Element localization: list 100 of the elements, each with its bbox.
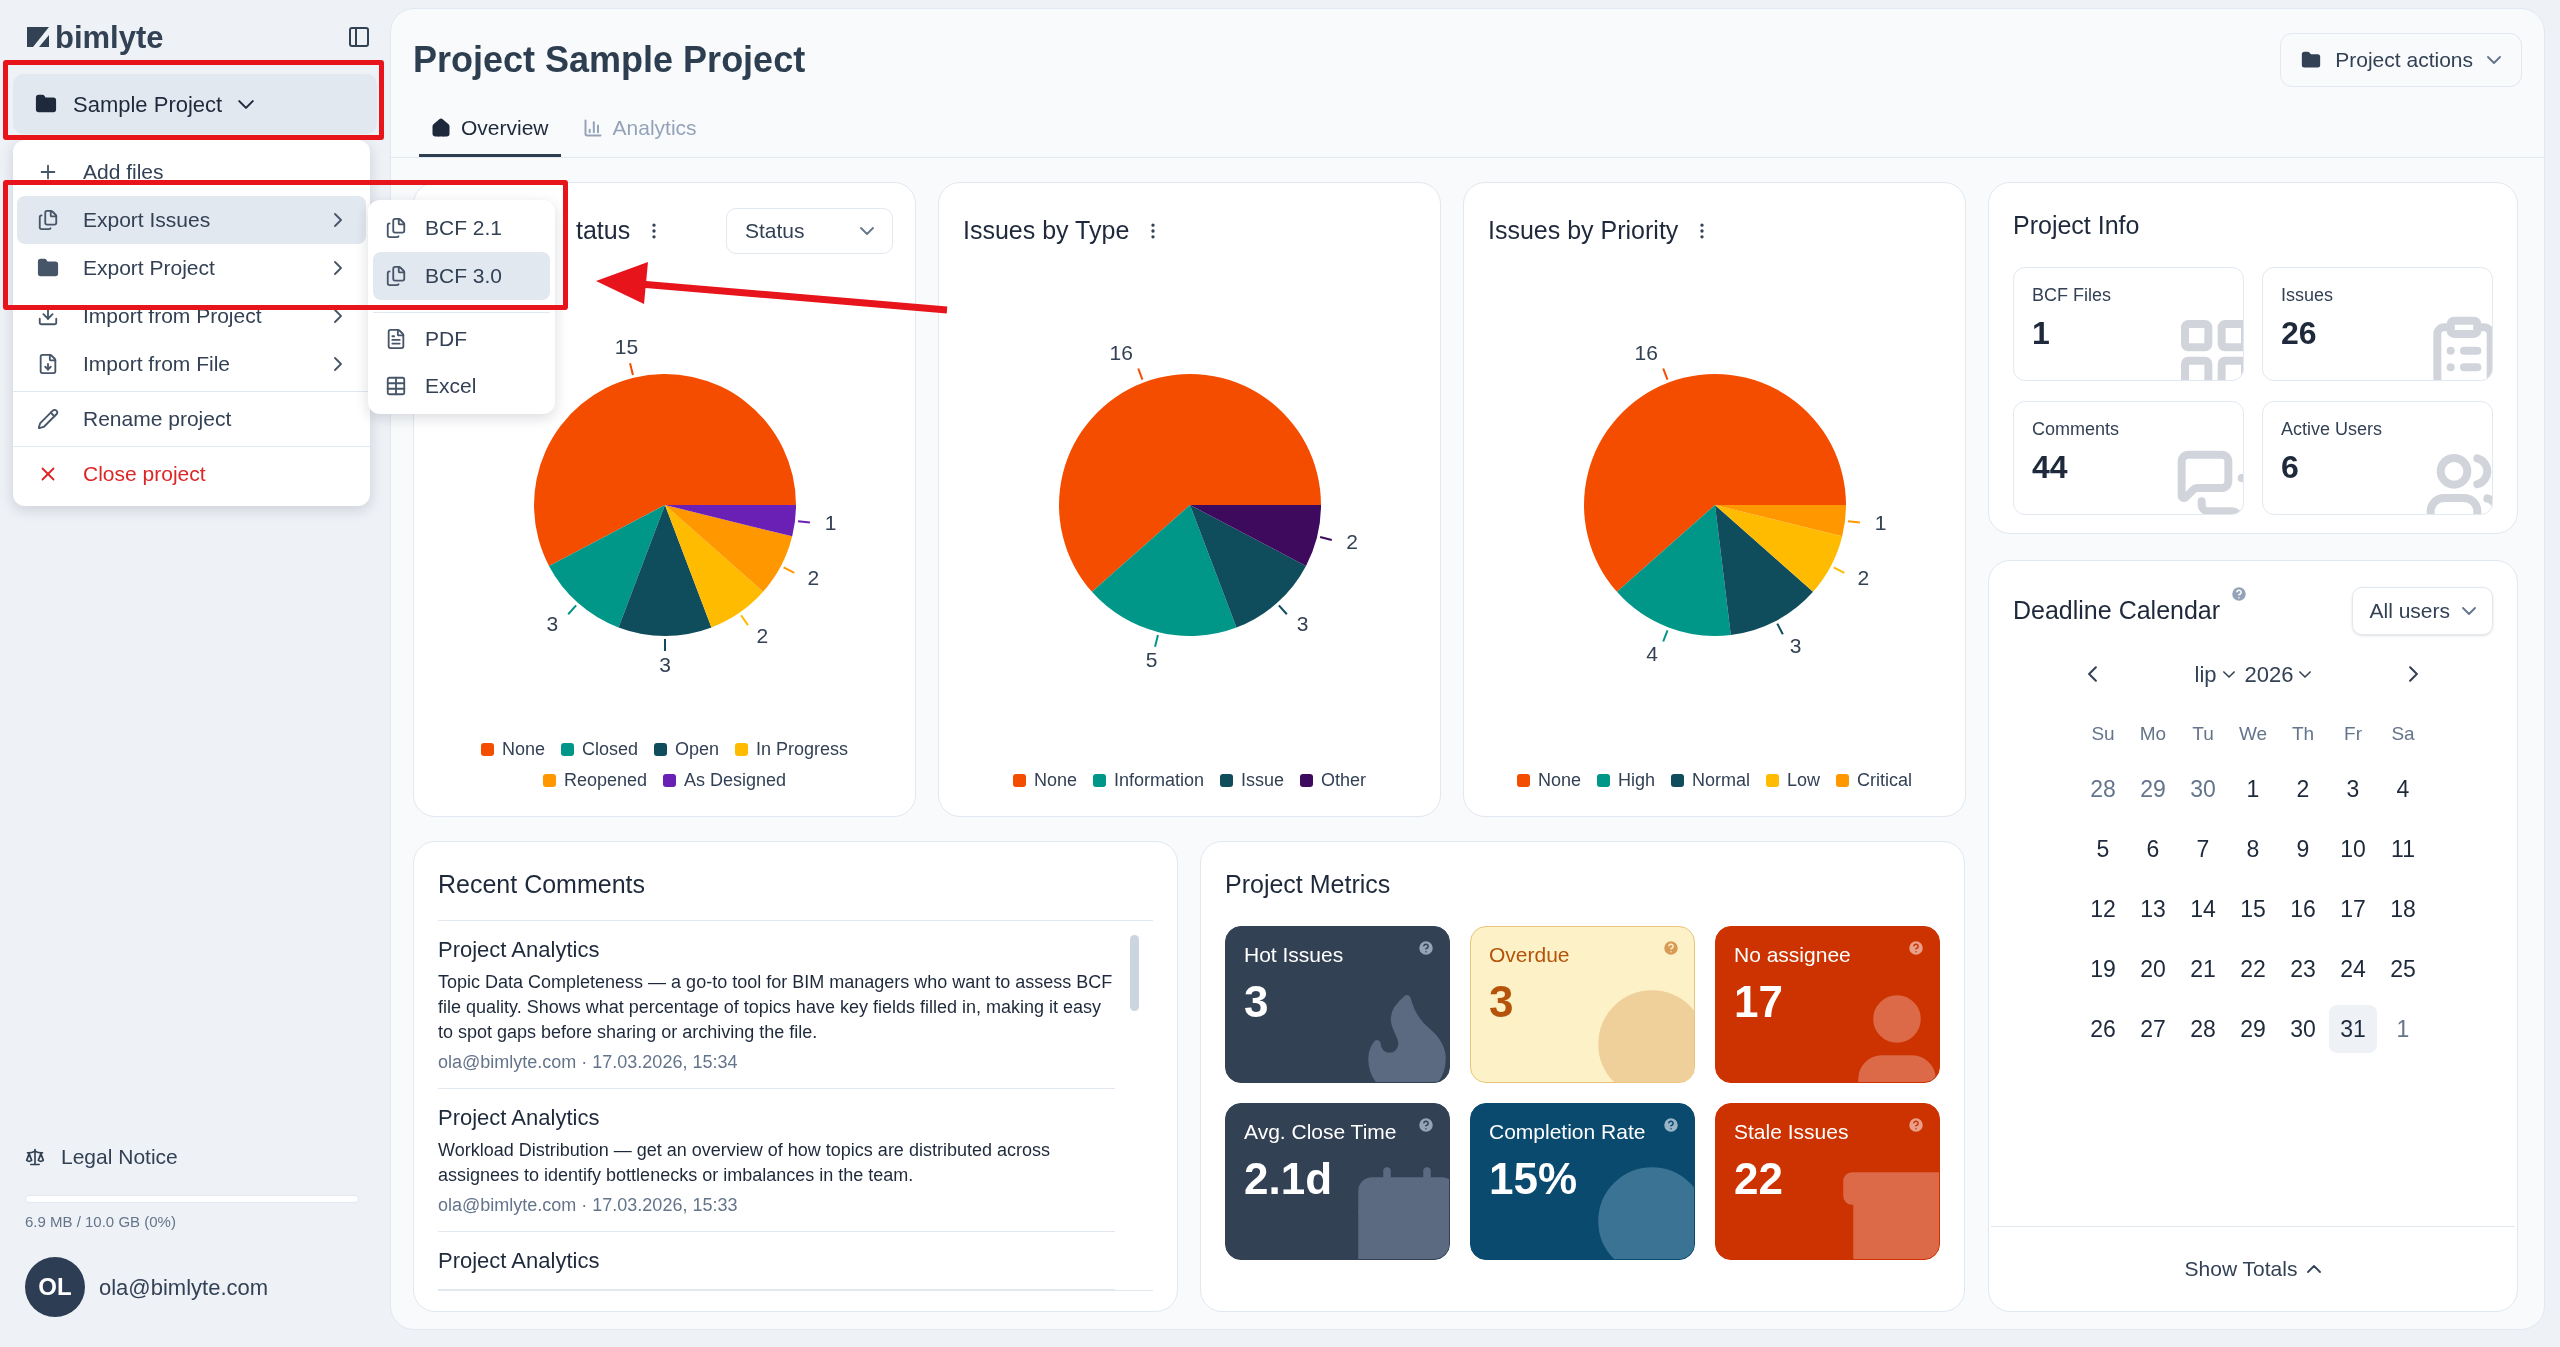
calendar-day[interactable]: 14 (2179, 885, 2227, 933)
calendar-day[interactable]: 13 (2129, 885, 2177, 933)
comment-title[interactable]: Project Analytics (438, 932, 600, 966)
metric-label: Stale Issues (1734, 1118, 1849, 1145)
menu-item[interactable]: Rename project (17, 395, 366, 443)
year-select[interactable]: 2026 (2244, 657, 2312, 691)
comment-title[interactable]: Project Analytics (438, 1100, 600, 1134)
legend-label[interactable]: Low (1787, 767, 1821, 794)
tile-label: Issues (2281, 283, 2334, 307)
calendar-day[interactable]: 9 (2279, 825, 2327, 873)
submenu-item[interactable]: Excel (373, 362, 550, 410)
calendar-day[interactable]: 8 (2229, 825, 2277, 873)
calendar-day[interactable]: 21 (2179, 945, 2227, 993)
show-totals-button[interactable]: Show Totals (1989, 1226, 2517, 1311)
legend-label[interactable]: Reopened (563, 767, 647, 794)
calendar-day[interactable]: 19 (2079, 945, 2127, 993)
scrollbar-thumb[interactable] (1130, 934, 1139, 1011)
menu-item[interactable]: Close project (17, 450, 366, 498)
legend-label[interactable]: Closed (581, 736, 638, 763)
help-icon[interactable] (1417, 938, 1435, 957)
calendar-day[interactable]: 11 (2379, 825, 2427, 873)
calendar-day[interactable]: 24 (2329, 945, 2377, 993)
calendar-day[interactable]: 15 (2229, 885, 2277, 933)
pencil-icon (37, 408, 59, 430)
legend-label[interactable]: None (1033, 767, 1077, 794)
legend-label[interactable]: None (1537, 767, 1581, 794)
metric-label: Avg. Close Time (1244, 1118, 1397, 1145)
menu-item[interactable]: Import from Project (17, 292, 366, 340)
legend-label[interactable]: Critical (1857, 767, 1913, 794)
calendar-day[interactable]: 1 (2229, 765, 2277, 813)
legend-label[interactable]: In Progress (756, 736, 849, 763)
menu-item[interactable]: Add files (17, 148, 366, 196)
calendar-day[interactable]: 29 (2229, 1005, 2277, 1053)
calendar-day[interactable]: 26 (2079, 1005, 2127, 1053)
leader-line (1277, 604, 1288, 616)
legend-label[interactable]: Normal (1692, 767, 1750, 794)
legend-label[interactable]: None (501, 736, 545, 763)
calendar-day[interactable]: 18 (2379, 885, 2427, 933)
calendar-day[interactable]: 12 (2079, 885, 2127, 933)
project-selector[interactable]: Sample Project (13, 74, 377, 134)
calendar-day[interactable]: 1 (2379, 1005, 2427, 1053)
legend-label[interactable]: High (1617, 767, 1655, 794)
weekday-label: Su (2090, 721, 2116, 746)
calendar-day[interactable]: 29 (2129, 765, 2177, 813)
menu-item[interactable]: Export Issues (17, 196, 366, 244)
calendar-day[interactable]: 27 (2129, 1005, 2177, 1053)
documents-icon (37, 209, 59, 231)
user-avatar[interactable]: OL (25, 1257, 85, 1317)
calendar-day[interactable]: 25 (2379, 945, 2427, 993)
calendar-day[interactable]: 28 (2179, 1005, 2227, 1053)
help-icon[interactable] (1417, 1115, 1435, 1134)
metric-value: 2.1d (1244, 1153, 1333, 1205)
status-dropdown[interactable]: Status (726, 208, 893, 254)
weekday-label: Sa (2390, 721, 2416, 746)
calendar-day[interactable]: 6 (2129, 825, 2177, 873)
calendar-day[interactable]: 28 (2079, 765, 2127, 813)
calendar-day[interactable]: 3 (2329, 765, 2377, 813)
calendar-day[interactable]: 16 (2279, 885, 2327, 933)
legend-label[interactable]: Information (1113, 767, 1204, 794)
legend-label[interactable]: Issue (1241, 767, 1285, 794)
logo-text: bimlyte (55, 21, 164, 53)
calendar-day[interactable]: 5 (2079, 825, 2127, 873)
chart-title: Issues by Priority (1488, 215, 1679, 247)
help-icon[interactable] (1907, 938, 1925, 957)
month-select[interactable]: lip (2194, 657, 2235, 691)
calendar-day[interactable]: 4 (2379, 765, 2427, 813)
chevron-icon (2299, 670, 2312, 678)
calendar-day[interactable]: 7 (2179, 825, 2227, 873)
calendar-day[interactable]: 30 (2179, 765, 2227, 813)
sidebar-toggle-icon[interactable] (347, 25, 371, 49)
legend-label[interactable]: Other (1321, 767, 1367, 794)
next-month-icon[interactable] (2409, 666, 2418, 682)
calendar-day[interactable]: 23 (2279, 945, 2327, 993)
legend-label[interactable]: Open (675, 736, 720, 763)
menu-item[interactable]: Import from File (17, 340, 366, 388)
comment-title[interactable]: Project Analytics (438, 1243, 600, 1277)
calendar-day[interactable]: 31 (2329, 1005, 2377, 1053)
legend-label[interactable]: As Designed (684, 767, 787, 794)
calendar-day[interactable]: 17 (2329, 885, 2377, 933)
project-actions-button[interactable]: Project actions (2280, 33, 2522, 87)
chevron-icon (2487, 56, 2501, 64)
leader-line (1136, 367, 1143, 381)
submenu-item[interactable]: PDF (373, 312, 550, 362)
calendar-day[interactable]: 2 (2279, 765, 2327, 813)
menu-item[interactable]: Export Project (17, 244, 366, 292)
card-title: Project Metrics (1225, 869, 1392, 900)
previous-month-icon[interactable] (2088, 666, 2097, 682)
calendar-day[interactable]: 30 (2279, 1005, 2327, 1053)
calendar-day[interactable]: 10 (2329, 825, 2377, 873)
help-icon[interactable] (1907, 1115, 1925, 1134)
calendar-day[interactable]: 22 (2229, 945, 2277, 993)
chevron-icon (2462, 607, 2476, 615)
help-icon[interactable] (1662, 1115, 1680, 1134)
submenu-item[interactable]: BCF 3.0 (373, 252, 550, 300)
users-dropdown[interactable]: All users (2352, 587, 2493, 635)
tab[interactable]: Overview (419, 101, 561, 157)
submenu-item[interactable]: BCF 2.1 (373, 204, 550, 252)
data-label: 3 (546, 612, 558, 636)
calendar-day[interactable]: 20 (2129, 945, 2177, 993)
legal-notice-link[interactable]: Legal Notice (61, 1141, 178, 1173)
